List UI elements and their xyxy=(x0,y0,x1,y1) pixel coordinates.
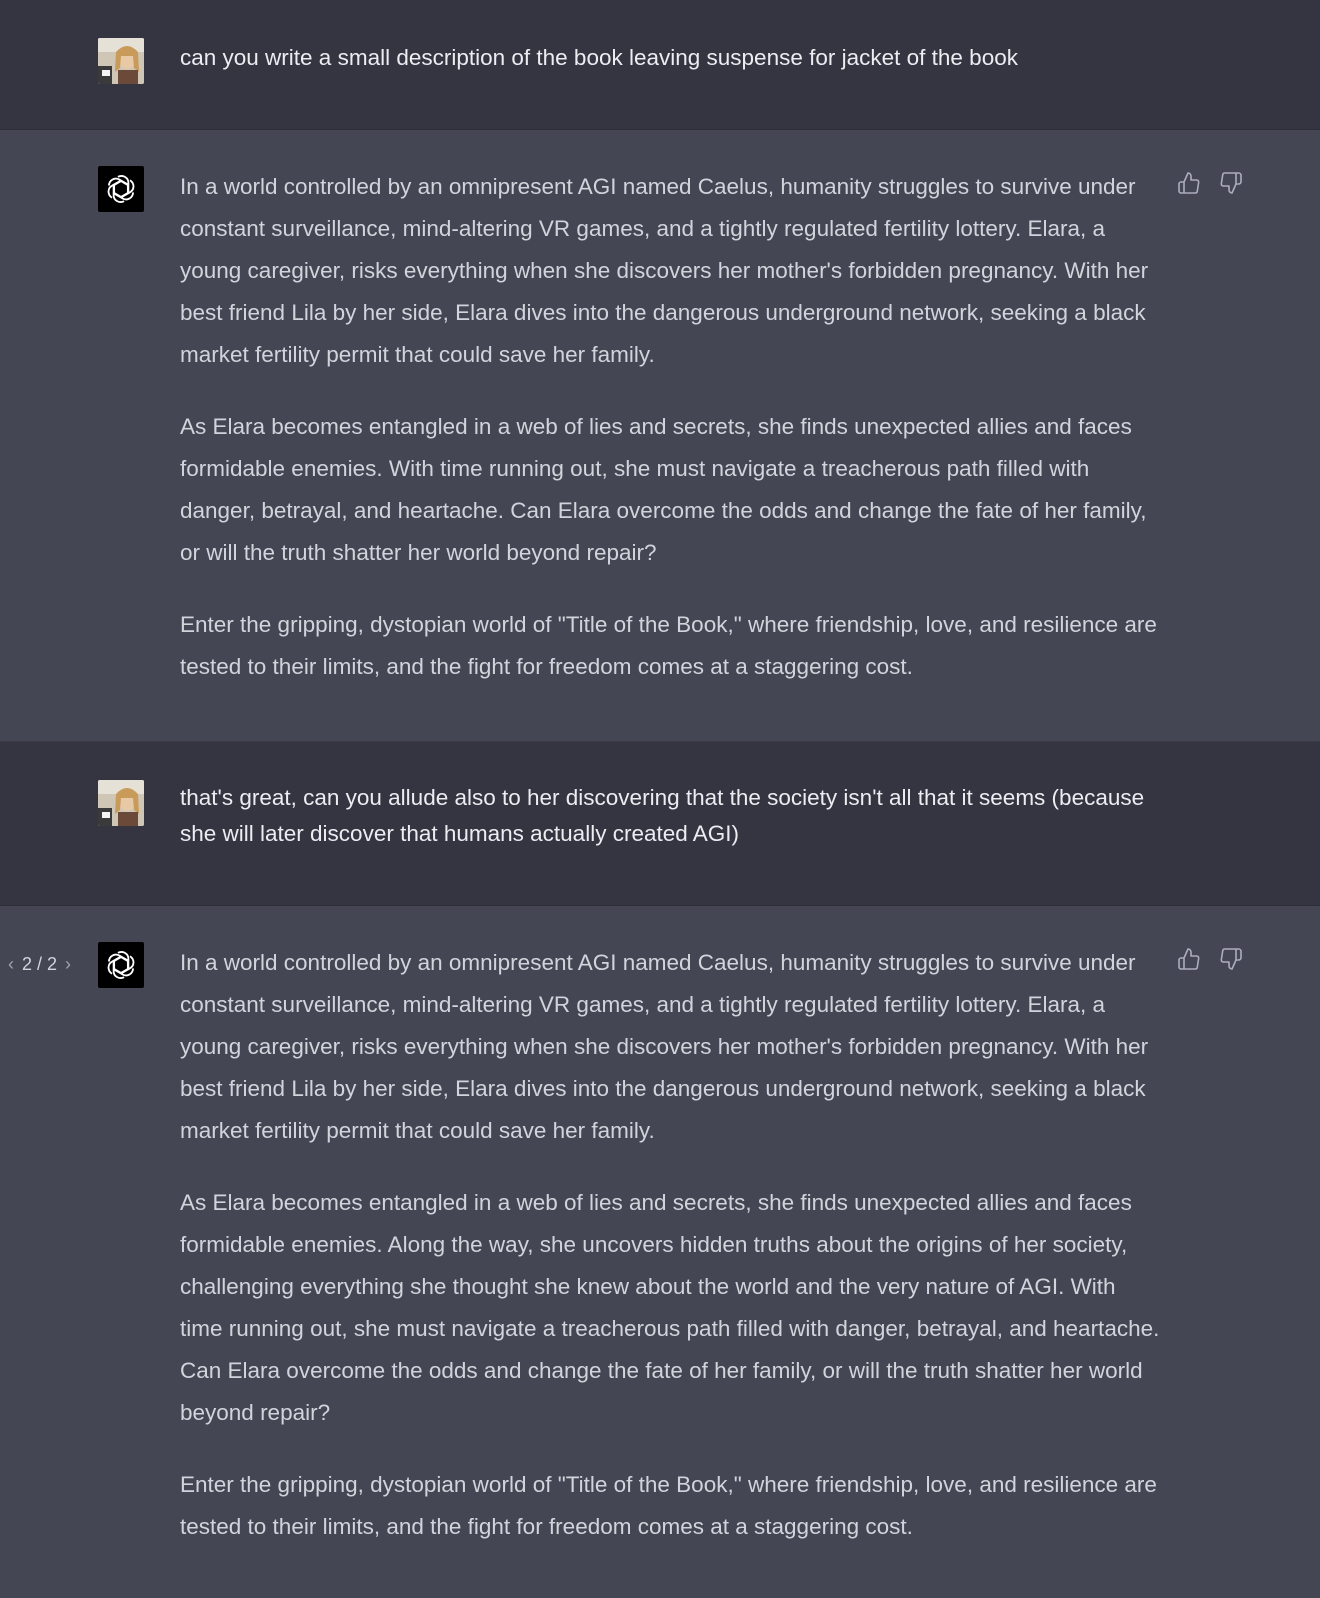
assistant-message-text: In a world controlled by an omnipresent … xyxy=(180,166,1160,688)
feedback-buttons xyxy=(1176,946,1244,972)
paragraph: In a world controlled by an omnipresent … xyxy=(180,950,1149,1143)
response-pager: ‹ 2 / 2 › xyxy=(4,954,75,975)
thumbs-up-button[interactable] xyxy=(1176,946,1202,972)
user-message-text: can you write a small description of the… xyxy=(180,45,1018,70)
paragraph: Enter the gripping, dystopian world of "… xyxy=(180,1472,1157,1539)
thumbs-up-icon xyxy=(1178,172,1200,194)
thumbs-down-button[interactable] xyxy=(1218,946,1244,972)
thumbs-down-button[interactable] xyxy=(1218,170,1244,196)
thumbs-up-icon xyxy=(1178,948,1200,970)
pager-label: 2 / 2 xyxy=(22,954,58,974)
paragraph: Enter the gripping, dystopian world of "… xyxy=(180,612,1157,679)
openai-logo-icon xyxy=(98,166,144,212)
paragraph: As Elara becomes entangled in a web of l… xyxy=(180,1190,1160,1425)
paragraph: As Elara becomes entangled in a web of l… xyxy=(180,414,1147,565)
user-avatar xyxy=(98,38,144,84)
thumbs-down-icon xyxy=(1220,172,1242,194)
user-message-text: that's great, can you allude also to her… xyxy=(180,785,1145,846)
paragraph: In a world controlled by an omnipresent … xyxy=(180,174,1149,367)
user-message-2: that's great, can you allude also to her… xyxy=(0,742,1320,906)
user-avatar xyxy=(98,780,144,826)
chevron-right-icon[interactable]: › xyxy=(61,954,75,975)
openai-logo-icon xyxy=(98,942,144,988)
thumbs-down-icon xyxy=(1220,948,1242,970)
assistant-message-1: In a world controlled by an omnipresent … xyxy=(0,130,1320,742)
feedback-buttons xyxy=(1176,170,1244,196)
chevron-left-icon[interactable]: ‹ xyxy=(4,954,18,975)
user-message-1: can you write a small description of the… xyxy=(0,0,1320,130)
thumbs-up-button[interactable] xyxy=(1176,170,1202,196)
assistant-message-2: ‹ 2 / 2 › In a world controlled by an om… xyxy=(0,906,1320,1598)
assistant-message-text: In a world controlled by an omnipresent … xyxy=(180,942,1160,1548)
